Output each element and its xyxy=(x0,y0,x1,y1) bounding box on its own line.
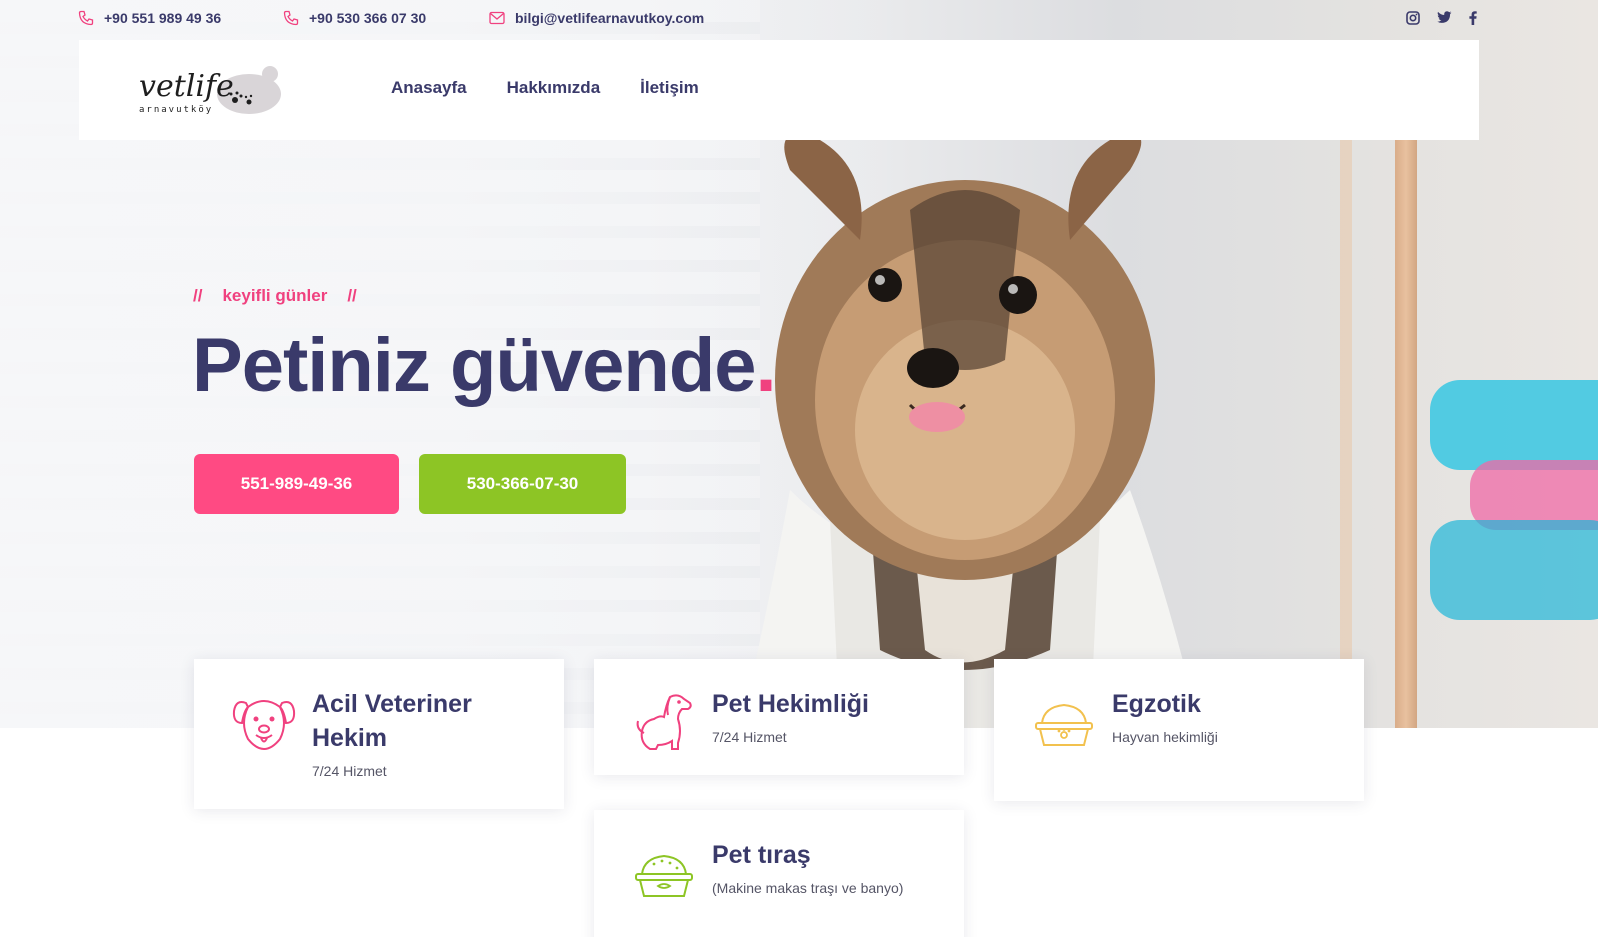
email-contact[interactable]: bilgi@vetlifearnavutkoy.com xyxy=(489,10,704,26)
nav-item-hakkimizda[interactable]: Hakkımızda xyxy=(507,78,601,98)
headline-dot: . xyxy=(755,323,777,408)
nav-item-iletisim[interactable]: İletişim xyxy=(640,78,699,98)
phone-icon xyxy=(78,10,94,26)
hero-headline: Petiniz güvende. xyxy=(192,322,777,409)
phone-contact-2[interactable]: +90 530 366 07 30 xyxy=(283,10,426,26)
vetlife-logo[interactable]: vetlife arnavutköy xyxy=(137,60,287,122)
service-subtitle: 7/24 Hizmet xyxy=(312,763,387,779)
shelf-post xyxy=(1340,140,1352,728)
service-title: Pet Hekimliği xyxy=(712,690,869,718)
tagline-text: keyifli günler xyxy=(222,286,328,305)
service-title: Egzotik xyxy=(1112,690,1201,718)
facebook-icon[interactable] xyxy=(1469,11,1477,25)
svg-text:vetlife: vetlife xyxy=(139,69,234,104)
mail-icon xyxy=(489,11,505,25)
pet-food-bowl-icon xyxy=(1035,703,1093,746)
tagline-suffix: // xyxy=(347,286,357,305)
phone-contact-1[interactable]: +90 551 989 49 36 xyxy=(78,10,221,26)
dog-photo xyxy=(740,134,1200,728)
service-subtitle: Hayvan hekimliği xyxy=(1112,729,1218,745)
twitter-icon[interactable] xyxy=(1437,11,1452,24)
nav-item-anasayfa[interactable]: Anasayfa xyxy=(391,78,467,98)
service-card-pet-hekimligi[interactable]: Pet Hekimliği 7/24 Hizmet xyxy=(594,659,964,775)
phone-number-1: +90 551 989 49 36 xyxy=(104,10,222,26)
call-button-1[interactable]: 551-989-49-36 xyxy=(194,454,399,514)
phone-number-2: +90 530 366 07 30 xyxy=(309,10,427,26)
call-button-2[interactable]: 530-366-07-30 xyxy=(419,454,626,514)
pet-food-bowl-icon xyxy=(635,854,693,897)
towel xyxy=(1430,380,1598,470)
email-address: bilgi@vetlifearnavutkoy.com xyxy=(515,10,705,26)
towel xyxy=(1430,520,1598,620)
phone-icon xyxy=(283,10,299,26)
svg-text:arnavutköy: arnavutköy xyxy=(139,105,213,115)
service-card-egzotik[interactable]: Egzotik Hayvan hekimliği xyxy=(994,659,1364,801)
service-card-acil-veteriner[interactable]: Acil Veteriner Hekim 7/24 Hizmet xyxy=(194,659,564,809)
main-nav: Anasayfa Hakkımızda İletişim xyxy=(391,78,699,98)
hero-tagline: // keyifli günler // xyxy=(193,286,357,306)
dog-face-icon xyxy=(232,700,296,751)
shelf-post xyxy=(1395,140,1417,728)
site-header: vetlife arnavutköy Anasayfa Hakkımızda İ… xyxy=(79,40,1479,140)
instagram-icon[interactable] xyxy=(1406,11,1420,25)
service-subtitle: (Makine makas traşı ve banyo) xyxy=(712,880,904,896)
service-card-pet-tiras[interactable]: Pet tıraş (Makine makas traşı ve banyo) xyxy=(594,810,964,937)
dog-sitting-icon xyxy=(636,694,692,750)
service-title: Acil Veteriner Hekim xyxy=(312,690,472,752)
headline-text: Petiniz güvende xyxy=(192,323,757,408)
tagline-prefix: // xyxy=(193,286,203,305)
top-bar: +90 551 989 49 36 +90 530 366 07 30 bilg… xyxy=(0,0,1598,40)
service-title: Pet tıraş xyxy=(712,841,811,869)
service-subtitle: 7/24 Hizmet xyxy=(712,729,787,745)
